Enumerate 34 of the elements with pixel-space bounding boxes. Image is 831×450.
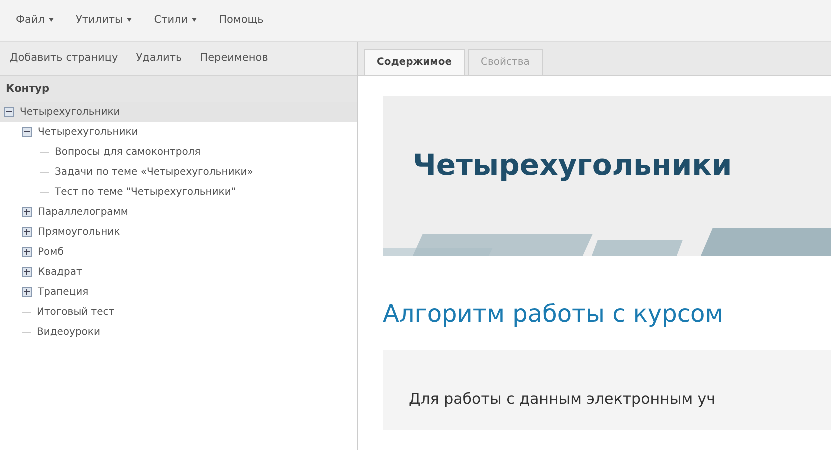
tree-item[interactable]: Четырехугольники [0, 102, 357, 122]
expand-icon[interactable] [22, 207, 32, 217]
tree-item[interactable]: Видеоуроки [0, 322, 357, 342]
tab[interactable]: Содержимое [364, 49, 466, 75]
tree-item[interactable]: Тест по теме "Четырехугольники" [0, 182, 357, 202]
tree-item[interactable]: Итоговый тест [0, 302, 357, 322]
toolbar-button[interactable]: Добавить страницу [6, 48, 122, 68]
tree-item[interactable]: Задачи по теме «Четырехугольники» [0, 162, 357, 182]
collapse-icon[interactable] [4, 107, 14, 117]
intro-text: Для работы с данным электронным уч [383, 350, 831, 430]
expand-icon[interactable] [22, 227, 32, 237]
caret-icon [192, 18, 198, 22]
expand-icon[interactable] [22, 287, 32, 297]
tree-item[interactable]: Параллелограмм [0, 202, 357, 222]
tree-item[interactable]: Вопросы для самоконтроля [0, 142, 357, 162]
menu-item[interactable]: Файл [12, 10, 58, 30]
menu-item[interactable]: Стили [150, 10, 202, 30]
tree-item[interactable]: Прямоугольник [0, 222, 357, 242]
expand-icon[interactable] [22, 247, 32, 257]
tree-item[interactable]: Квадрат [0, 262, 357, 282]
toolbar-button[interactable]: Переименов [196, 48, 272, 68]
caret-icon [49, 18, 54, 22]
outline-header: Контур [0, 76, 357, 102]
expand-icon[interactable] [22, 267, 32, 277]
menu-item[interactable]: Утилиты [72, 10, 136, 30]
collapse-icon[interactable] [22, 127, 32, 137]
menu-item[interactable]: Помощь [215, 10, 268, 30]
toolbar-button[interactable]: Удалить [132, 48, 186, 68]
tree-item[interactable]: Трапеция [0, 282, 357, 302]
caret-icon [127, 18, 132, 22]
tree-item[interactable]: Ромб [0, 242, 357, 262]
section-heading: Алгоритм работы с курсом [383, 299, 724, 330]
banner-title: Четырехугольники [412, 147, 734, 184]
tree-item[interactable]: Четырехугольники [0, 122, 357, 142]
